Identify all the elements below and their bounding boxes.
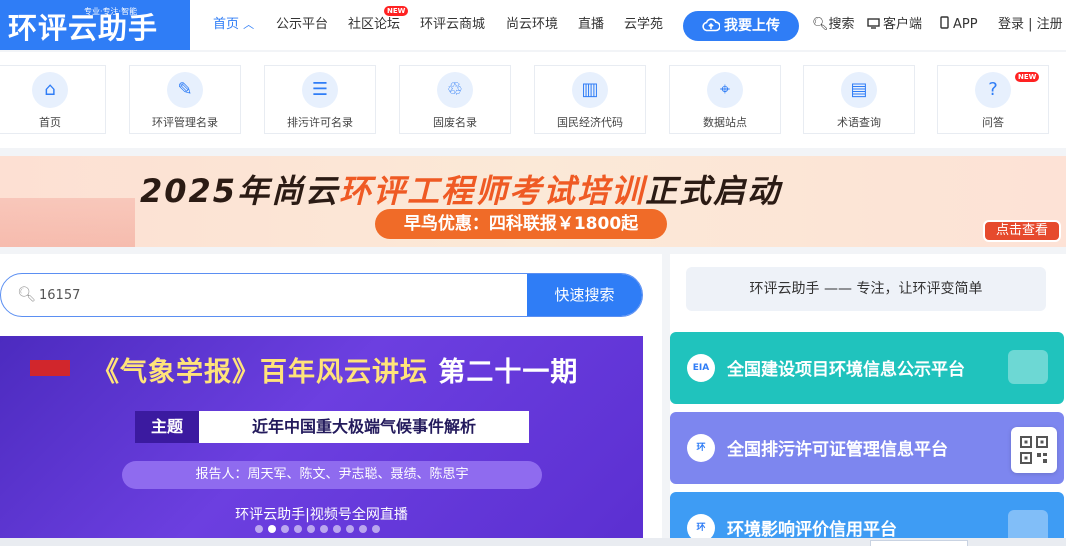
nav-item-live[interactable]: 直播 <box>578 0 604 50</box>
tile-eia-directory[interactable]: ✎ 环评管理名录 <box>129 65 241 134</box>
emblem-icon: 环 <box>687 434 715 462</box>
carousel-dot[interactable] <box>320 525 328 533</box>
carousel-dot[interactable] <box>268 525 276 533</box>
tile-economy-code[interactable]: ▥ 国民经济代码 <box>534 65 646 134</box>
search-icon: 🔍︎ <box>812 17 829 32</box>
floating-widget[interactable] <box>870 540 968 546</box>
carousel-dot[interactable] <box>333 525 341 533</box>
tile-label: 问答 <box>982 116 1004 129</box>
tile-label: 排污许可名录 <box>287 116 353 129</box>
tile-discharge-permit[interactable]: ☰ 排污许可名录 <box>264 65 376 134</box>
carousel-dots <box>255 518 385 533</box>
banner-offer: 早鸟优惠：四科联报￥1800起 <box>375 209 667 239</box>
login-register-link[interactable]: 登录 | 注册 <box>998 0 1063 50</box>
carousel-dot[interactable] <box>294 525 302 533</box>
nav-item-academy[interactable]: 云学苑 <box>624 0 663 50</box>
banner-title-suffix: 正式启动 <box>645 172 782 210</box>
tile-label: 术语查询 <box>837 116 881 129</box>
page-root: 环评云助手 专业·专注·智能 首页 ︿ 公示平台 社区论坛 NEW 环评云商城 … <box>0 0 1066 546</box>
journal-logo <box>30 360 70 376</box>
id-card-icon: ☰ <box>302 72 338 108</box>
nav-item-mall[interactable]: 环评云商城 <box>420 0 485 50</box>
banner-title: 2025年尚云环评工程师考试培训正式启动 <box>140 166 781 212</box>
search-link-label: 搜索 <box>828 17 855 32</box>
upload-button[interactable]: 我要上传 <box>683 11 799 41</box>
app-link-label: APP <box>953 17 978 32</box>
document-icon <box>1008 350 1048 384</box>
book-icon: ▤ <box>841 72 877 108</box>
slide-headline-highlight: 《气象学报》百年风云讲坛 <box>92 357 428 388</box>
tile-label: 固废名录 <box>433 116 477 129</box>
tile-label: 环评管理名录 <box>152 116 218 129</box>
client-link-label: 客户端 <box>883 17 923 32</box>
carousel-dot[interactable] <box>307 525 315 533</box>
app-link[interactable]: APP <box>940 0 978 50</box>
phone-icon <box>940 16 949 29</box>
logo-tagline: 专业·专注·智能 <box>84 7 138 16</box>
tile-home[interactable]: ⌂ 首页 <box>0 65 106 134</box>
quick-access-tiles: ⌂ 首页 ✎ 环评管理名录 ☰ 排污许可名录 ♲ 固废名录 ▥ 国民经济代码 ⌖… <box>0 52 1066 148</box>
recycle-icon: ♲ <box>437 72 473 108</box>
location-icon: ⌖ <box>707 72 743 108</box>
monitor-icon <box>867 18 880 29</box>
search-link[interactable]: 🔍︎搜索 <box>812 0 855 50</box>
platform-label: 环境影响评价信用平台 <box>727 520 897 540</box>
platform-link-discharge-permit[interactable]: 环 全国排污许可证管理信息平台 <box>670 412 1064 484</box>
carousel-dot[interactable] <box>346 525 354 533</box>
slogan-box: 环评云助手 —— 专注，让环评变简单 <box>686 267 1046 311</box>
tile-term-query[interactable]: ▤ 术语查询 <box>803 65 915 134</box>
nav-item-public-platform[interactable]: 公示平台 <box>276 0 328 50</box>
tile-data-station[interactable]: ⌖ 数据站点 <box>669 65 781 134</box>
upload-label: 我要上传 <box>724 18 780 34</box>
slide-headline: 《气象学报》百年风云讲坛 第二十一期 <box>92 350 578 389</box>
nav-item-label: 社区论坛 <box>348 17 401 32</box>
nav-item-shangyun-env[interactable]: 尚云环境 <box>506 0 558 50</box>
new-badge: NEW <box>1015 72 1040 82</box>
carousel-dot[interactable] <box>359 525 367 533</box>
question-icon: ? <box>975 72 1011 108</box>
quick-search-button[interactable]: 快速搜索 <box>527 274 642 316</box>
slide-speakers: 报告人：周天军、陈文、尹志聪、聂绩、陈思宇 <box>122 461 542 489</box>
home-icon: ⌂ <box>32 72 68 108</box>
slide-headline-issue: 第二十一期 <box>438 357 579 388</box>
tile-label: 首页 <box>39 116 61 129</box>
carousel-dot[interactable] <box>372 525 380 533</box>
promo-banner[interactable]: 2025年尚云环评工程师考试培训正式启动 早鸟优惠：四科联报￥1800起 点击查… <box>0 156 1066 247</box>
banner-title-prefix: 2025年尚云 <box>140 172 340 210</box>
search-bar: 🔍︎ 快速搜索 <box>0 273 643 317</box>
carousel-dot[interactable] <box>255 525 263 533</box>
qr-code-icon <box>1020 436 1048 464</box>
tile-label: 数据站点 <box>703 116 747 129</box>
edit-icon: ✎ <box>167 72 203 108</box>
slide-topic: 近年中国重大极端气候事件解析 <box>199 411 529 443</box>
carousel-dot[interactable] <box>281 525 289 533</box>
bar-chart-icon: ▥ <box>572 72 608 108</box>
carousel-slide[interactable]: 《气象学报》百年风云讲坛 第二十一期 主题 近年中国重大极端气候事件解析 报告人… <box>0 336 643 546</box>
search-input[interactable] <box>39 274 519 316</box>
client-link[interactable]: 客户端 <box>867 0 922 50</box>
cloud-upload-icon <box>702 18 721 32</box>
new-badge: NEW <box>384 6 409 16</box>
platform-link-eia-disclosure[interactable]: EIA 全国建设项目环境信息公示平台 <box>670 332 1064 404</box>
slide-topic-tag: 主题 <box>135 411 199 443</box>
tile-label: 国民经济代码 <box>557 116 623 129</box>
banner-cta-button[interactable]: 点击查看 <box>983 220 1061 242</box>
platform-label: 全国排污许可证管理信息平台 <box>727 440 948 460</box>
nav-item-label: 首页 <box>213 17 240 32</box>
banner-decoration <box>0 198 135 247</box>
qr-code-button[interactable] <box>1011 427 1057 473</box>
search-icon: 🔍︎ <box>17 285 37 303</box>
platform-label: 全国建设项目环境信息公示平台 <box>727 360 965 380</box>
nav-item-home[interactable]: 首页 ︿ <box>213 0 254 50</box>
top-header: 环评云助手 专业·专注·智能 首页 ︿ 公示平台 社区论坛 NEW 环评云商城 … <box>0 0 1066 50</box>
chevron-up-icon: ︿ <box>243 18 255 31</box>
banner-title-highlight: 环评工程师考试培训 <box>339 172 646 210</box>
eia-emblem-icon: EIA <box>687 354 715 382</box>
tile-solid-waste[interactable]: ♲ 固废名录 <box>399 65 511 134</box>
site-logo[interactable]: 环评云助手 专业·专注·智能 <box>0 0 190 50</box>
